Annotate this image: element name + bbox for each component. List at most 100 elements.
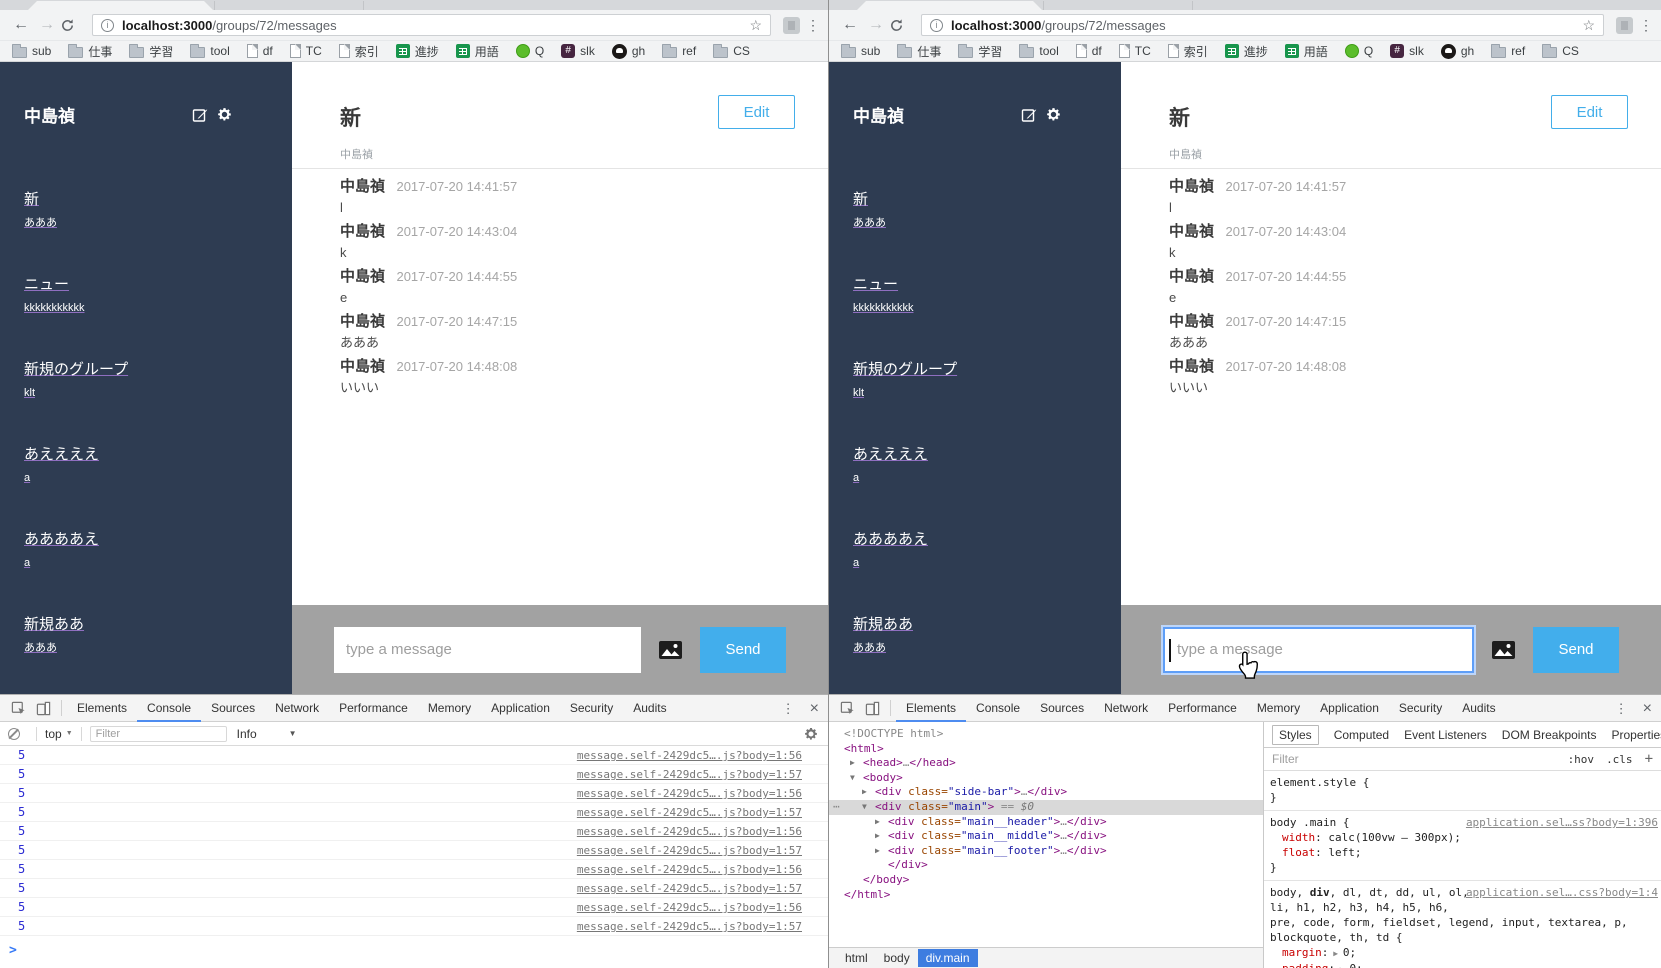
dom-tree-node[interactable]: ▼<body> (829, 771, 1263, 786)
extension-icon[interactable] (1616, 17, 1633, 34)
url-bar[interactable]: i localhost:3000 /groups/72/messages ☆ (921, 14, 1604, 36)
group-name-link[interactable]: 新規のグループ (853, 360, 1097, 380)
tab-strip[interactable] (0, 0, 828, 10)
bookmark-item[interactable]: ref (662, 44, 696, 58)
bookmark-item[interactable]: ref (1491, 44, 1525, 58)
bookmark-item[interactable]: Q (516, 44, 544, 58)
log-source-link[interactable]: message.self-2429dc5….js?body=1:56 (577, 784, 802, 803)
devtools-tab[interactable]: Application (1310, 695, 1389, 722)
log-source-link[interactable]: message.self-2429dc5….js?body=1:57 (577, 765, 802, 784)
group-name-link[interactable]: 新 (24, 190, 268, 210)
dom-tree-node[interactable]: <!DOCTYPE html> (829, 727, 1263, 742)
log-source-link[interactable]: message.self-2429dc5….js?body=1:57 (577, 879, 802, 898)
dom-tree-node[interactable]: <html> (829, 742, 1263, 757)
log-source-link[interactable]: message.self-2429dc5….js?body=1:57 (577, 917, 802, 936)
bookmark-item[interactable]: 仕事 (897, 43, 941, 60)
group-name-link[interactable]: 新 (853, 190, 1097, 210)
css-source-link[interactable]: application.sel….css?body=1:4 (1466, 886, 1658, 899)
group-desc-link[interactable]: あああ (24, 216, 268, 230)
group-name-link[interactable]: 新規ああ (24, 615, 268, 635)
settings-gear-icon[interactable] (1046, 107, 1061, 122)
inactive-tab[interactable] (214, 1, 364, 10)
styles-tab[interactable]: DOM Breakpoints (1502, 728, 1597, 742)
css-source-link[interactable]: application.sel…ss?body=1:396 (1466, 816, 1658, 829)
devtools-tab[interactable]: Console (966, 695, 1030, 722)
dom-tree-node[interactable]: </html> (829, 888, 1263, 903)
group-name-link[interactable]: 新規ああ (853, 615, 1097, 635)
console-prompt[interactable]: > (0, 936, 828, 958)
css-rule-block[interactable]: element.style {} (1264, 771, 1661, 811)
console-filter-input[interactable] (90, 726, 227, 742)
dom-tree-node[interactable]: ▶<div class="main__footer">…</div> (829, 844, 1263, 859)
bookmark-item[interactable]: slk (1390, 44, 1424, 58)
device-toolbar-icon[interactable] (865, 701, 880, 716)
devtools-tab[interactable]: Performance (1158, 695, 1247, 722)
group-desc-link[interactable]: a (24, 471, 268, 485)
dom-tree-node[interactable]: </div> (829, 858, 1263, 873)
group-list-item[interactable]: あええええ a (853, 445, 1097, 485)
devtools-tab[interactable]: Audits (623, 695, 676, 722)
breadcrumb-item[interactable]: div.main (918, 949, 978, 967)
forward-icon[interactable]: → (863, 16, 889, 34)
bookmark-item[interactable]: 学習 (958, 43, 1002, 60)
dom-tree-node[interactable]: ▶<div class="main__middle">…</div> (829, 829, 1263, 844)
bookmark-item[interactable]: Q (1345, 44, 1373, 58)
styles-tab[interactable]: Computed (1334, 728, 1389, 742)
group-list-item[interactable]: 新規ああ あああ (24, 615, 268, 655)
log-source-link[interactable]: message.self-2429dc5….js?body=1:56 (577, 746, 802, 765)
reload-icon[interactable] (889, 18, 915, 33)
edit-button[interactable]: Edit (1551, 95, 1628, 129)
toggle-hover-state-button[interactable]: :hov (1568, 753, 1595, 766)
group-name-link[interactable]: ニュー (853, 275, 1097, 295)
log-source-link[interactable]: message.self-2429dc5….js?body=1:56 (577, 898, 802, 917)
console-level-dropdown[interactable]: Info (237, 727, 257, 741)
group-name-link[interactable]: ああああえ (24, 530, 268, 550)
dom-tree-node[interactable]: ▶<head>…</head> (829, 756, 1263, 771)
group-list-item[interactable]: ああああえ a (853, 530, 1097, 570)
css-rule-block[interactable]: application.sel…ss?body=1:396 body .main… (1264, 811, 1661, 881)
bookmark-item[interactable]: CS (1542, 44, 1579, 58)
group-list-item[interactable]: ニュー kkkkkkkkkkk (853, 275, 1097, 315)
styles-tab[interactable]: Properties (1611, 728, 1661, 742)
console-context-dropdown[interactable]: top (45, 727, 62, 741)
url-bar[interactable]: i localhost:3000 /groups/72/messages ☆ (92, 14, 771, 36)
group-list-item[interactable]: 新規のグループ klt (24, 360, 268, 400)
page-info-icon[interactable]: i (930, 19, 943, 32)
log-source-link[interactable]: message.self-2429dc5….js?body=1:57 (577, 841, 802, 860)
group-desc-link[interactable]: kkkkkkkkkkk (853, 301, 1097, 315)
bookmark-item[interactable]: 索引 (1168, 43, 1208, 60)
group-name-link[interactable]: ニュー (24, 275, 268, 295)
tab-strip[interactable] (829, 0, 1661, 10)
styles-tab[interactable]: Event Listeners (1404, 728, 1487, 742)
group-name-link[interactable]: あええええ (853, 445, 1097, 465)
expand-arrow-icon[interactable]: ▶ (875, 844, 888, 859)
bookmark-item[interactable]: 仕事 (68, 43, 112, 60)
inactive-tab[interactable] (1043, 1, 1193, 10)
bookmark-item[interactable]: sub (841, 44, 880, 58)
devtools-tab[interactable]: Security (1389, 695, 1452, 722)
expand-arrow-icon[interactable]: ▼ (850, 771, 863, 786)
dom-tree-node[interactable]: </body> (829, 873, 1263, 888)
devtools-tab[interactable]: Console (137, 695, 201, 722)
bookmark-star-icon[interactable]: ☆ (749, 17, 762, 34)
back-icon[interactable]: ← (8, 16, 34, 34)
devtools-tab[interactable]: Elements (896, 695, 966, 722)
new-group-edit-icon[interactable] (192, 107, 208, 123)
breadcrumb-item[interactable]: body (876, 949, 918, 967)
devtools-close-icon[interactable]: × (1643, 700, 1652, 718)
group-list-item[interactable]: 新規ああ あああ (853, 615, 1097, 655)
message-input-focused[interactable] (1163, 627, 1474, 673)
styles-tab[interactable]: Styles (1272, 725, 1319, 745)
breadcrumb-item[interactable]: html (837, 949, 876, 967)
expand-arrow-icon[interactable]: ▶ (875, 815, 888, 830)
devtools-tab[interactable]: Sources (201, 695, 265, 722)
bookmark-item[interactable]: CS (713, 44, 750, 58)
css-rule-block[interactable]: application.sel….css?body=1:4 body, div,… (1264, 881, 1661, 968)
bookmark-item[interactable]: tool (190, 44, 229, 58)
edit-button[interactable]: Edit (718, 95, 795, 129)
devtools-close-icon[interactable]: × (810, 700, 819, 718)
group-desc-link[interactable]: a (853, 556, 1097, 570)
devtools-tab[interactable]: Network (1094, 695, 1158, 722)
inspect-element-icon[interactable] (11, 701, 26, 716)
group-name-link[interactable]: 新規のグループ (24, 360, 268, 380)
